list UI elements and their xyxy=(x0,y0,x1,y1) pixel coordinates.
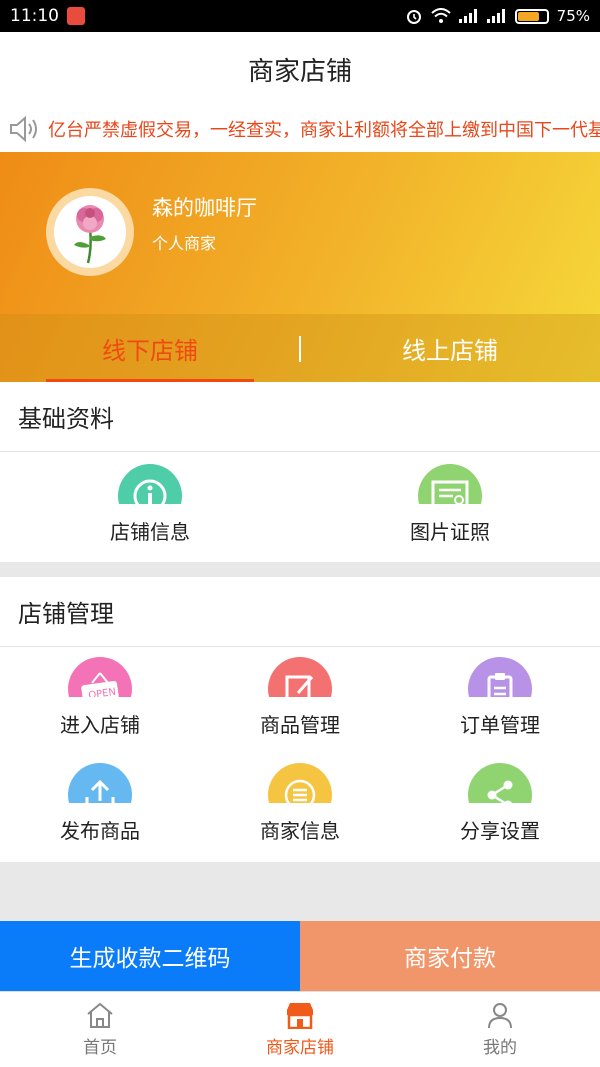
edit-icon xyxy=(268,657,332,697)
basic-info-section: 基础资料 店铺信息 图片证照 xyxy=(0,382,600,562)
publish-product-label: 发布商品 xyxy=(60,819,140,843)
share-settings-label: 分享设置 xyxy=(460,819,540,843)
status-bar: 11:10 75% xyxy=(0,0,600,32)
shop-type: 个人商家 xyxy=(152,234,217,253)
grid-item-product-management[interactable]: 商品管理 xyxy=(200,657,400,738)
wifi-icon xyxy=(430,8,451,23)
tab-offline-store[interactable]: 线下店铺 xyxy=(0,314,300,382)
signal-icon-2 xyxy=(486,9,505,23)
avatar[interactable] xyxy=(46,188,134,276)
shop-profile-banner: 森的咖啡厅 个人商家 线下店铺 线上店铺 xyxy=(0,152,600,382)
open-sign-icon: OPEN xyxy=(68,657,132,697)
enter-store-label: 进入店铺 xyxy=(60,713,140,737)
shop-icon xyxy=(287,1003,313,1029)
bottom-action-bar: 生成收款二维码 商家付款 xyxy=(0,921,600,991)
store-management-section: 店铺管理 OPEN 进入店铺 商品管理 订单管理 发布商品 商家信息 分享设置 xyxy=(0,577,600,862)
product-management-label: 商品管理 xyxy=(260,713,340,737)
section-title-manage: 店铺管理 xyxy=(0,577,600,647)
signal-icon xyxy=(458,9,477,23)
notification-app-icon xyxy=(67,7,85,25)
store-tabs: 线下店铺 线上店铺 xyxy=(0,314,600,382)
flower-icon xyxy=(74,205,106,264)
grid-item-store-info[interactable]: 店铺信息 xyxy=(50,464,250,545)
tabbar-mine-label: 我的 xyxy=(483,1038,517,1058)
clipboard-icon xyxy=(468,657,532,697)
alarm-icon xyxy=(406,10,421,24)
info-icon xyxy=(118,464,182,504)
home-icon xyxy=(87,1002,113,1028)
notice-bar[interactable]: 亿台严禁虚假交易，一经查实，商家让利额将全部上缴到中国下一代基 xyxy=(0,106,600,152)
list-icon xyxy=(268,763,332,803)
generate-qr-button[interactable]: 生成收款二维码 xyxy=(0,921,300,991)
section-title-basic: 基础资料 xyxy=(0,382,600,452)
order-management-label: 订单管理 xyxy=(460,713,540,737)
store-info-label: 店铺信息 xyxy=(110,520,190,544)
share-icon xyxy=(468,763,532,803)
tabbar-mine[interactable]: 我的 xyxy=(400,992,600,1067)
tabbar-shop-label: 商家店铺 xyxy=(266,1038,334,1058)
battery-percent: 75% xyxy=(556,7,590,25)
battery-icon xyxy=(514,8,549,24)
status-icons: 75% xyxy=(405,7,590,25)
grid-item-share-settings[interactable]: 分享设置 xyxy=(400,763,600,844)
grid-item-order-management[interactable]: 订单管理 xyxy=(400,657,600,738)
grid-item-merchant-info[interactable]: 商家信息 xyxy=(200,763,400,844)
notice-text: 亿台严禁虚假交易，一经查实，商家让利额将全部上缴到中国下一代基 xyxy=(48,120,600,141)
merchant-pay-button[interactable]: 商家付款 xyxy=(300,921,600,991)
tab-online-store[interactable]: 线上店铺 xyxy=(300,314,600,382)
grid-item-publish-product[interactable]: 发布商品 xyxy=(0,763,200,844)
certificates-label: 图片证照 xyxy=(410,520,490,544)
tabbar-home[interactable]: 首页 xyxy=(0,992,200,1067)
certificate-icon xyxy=(418,464,482,504)
grid-item-certificates[interactable]: 图片证照 xyxy=(350,464,550,545)
status-time: 11:10 xyxy=(10,6,59,26)
shop-name: 森的咖啡厅 xyxy=(152,196,257,220)
user-icon xyxy=(488,1003,512,1029)
merchant-info-label: 商家信息 xyxy=(260,819,340,843)
page-header: 商家店铺 xyxy=(0,32,600,106)
tabbar-home-label: 首页 xyxy=(83,1038,117,1058)
grid-item-enter-store[interactable]: OPEN 进入店铺 xyxy=(0,657,200,738)
bottom-tab-bar: 首页 商家店铺 我的 xyxy=(0,991,600,1067)
tabbar-shop[interactable]: 商家店铺 xyxy=(200,992,400,1067)
speaker-icon xyxy=(0,106,48,152)
upload-icon xyxy=(68,763,132,803)
page-title: 商家店铺 xyxy=(247,56,352,87)
